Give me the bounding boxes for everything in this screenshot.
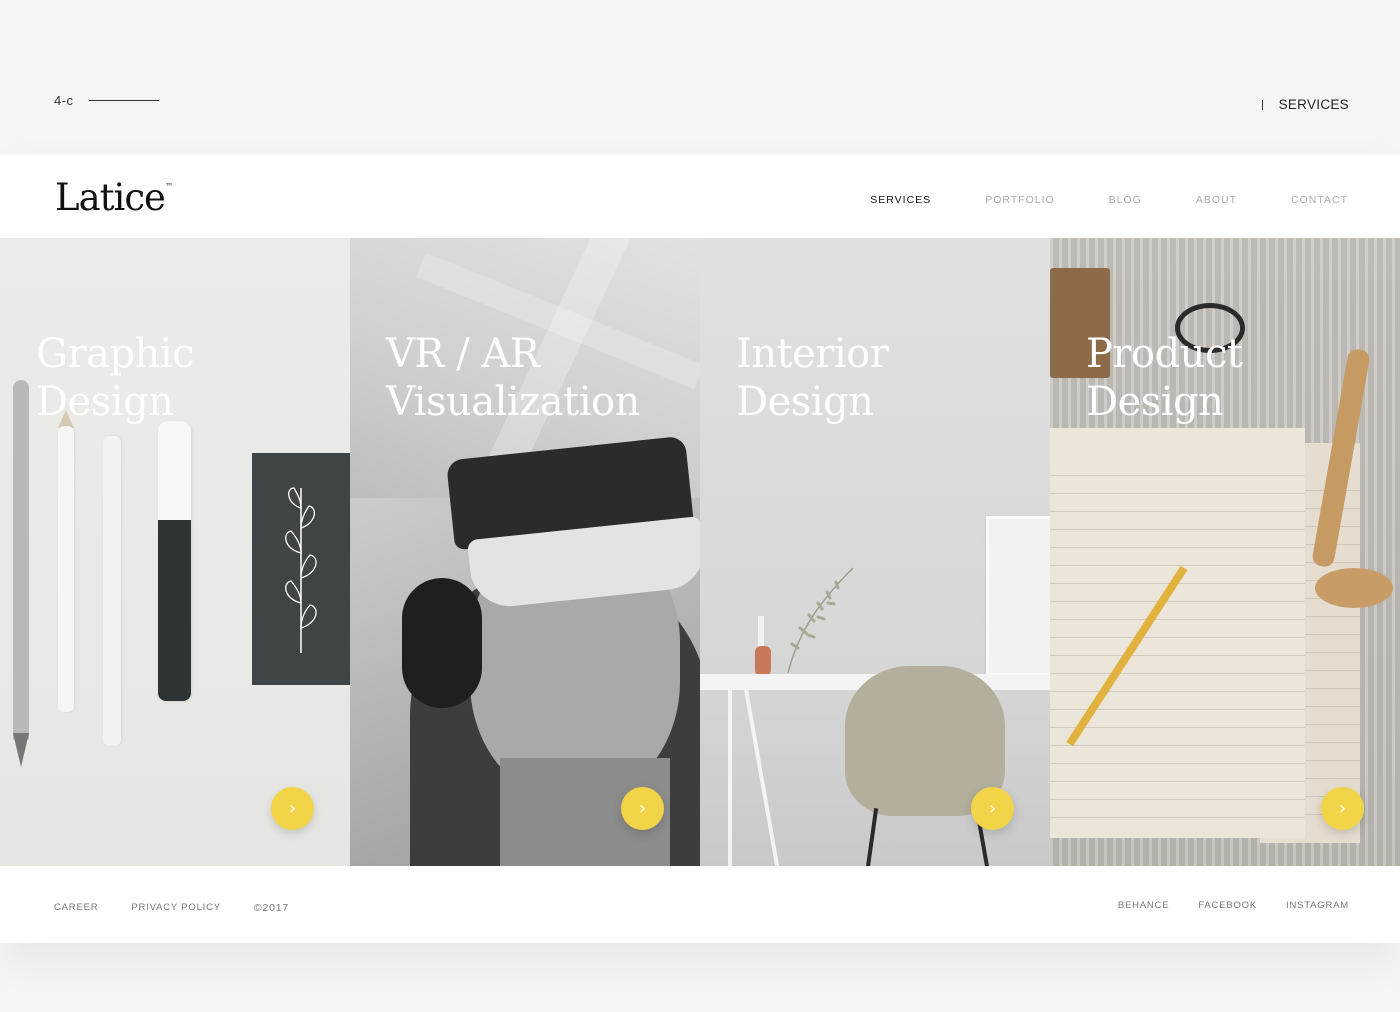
chevron-right-icon: › [638, 798, 647, 819]
pen-image [103, 436, 121, 746]
panel-arrow-button[interactable]: › [621, 787, 664, 830]
pencil-image [58, 426, 74, 712]
footer-link-privacy-policy[interactable]: PRIVACY POLICY [131, 902, 221, 914]
service-panel-graphic-design[interactable]: Graphic Design › [0, 238, 350, 866]
marker-body-image [158, 520, 191, 701]
social-link-behance[interactable]: BEHANCE [1118, 900, 1170, 911]
logo[interactable]: Latice™ [55, 176, 173, 219]
main-nav: SERVICES PORTFOLIO BLOG ABOUT CONTACT [816, 194, 1348, 206]
service-panel-interior-design[interactable]: Interior Design › [700, 238, 1050, 866]
chevron-right-icon: › [288, 798, 297, 819]
logo-text: Latice [55, 176, 166, 219]
nav-item-about[interactable]: ABOUT [1196, 194, 1237, 206]
headphone-image [402, 578, 482, 708]
panel-arrow-button[interactable]: › [971, 787, 1014, 830]
nav-item-blog[interactable]: BLOG [1109, 194, 1142, 206]
chevron-right-icon: › [988, 798, 997, 819]
social-links: BEHANCE FACEBOOK INSTAGRAM [1089, 900, 1349, 911]
slide-section-label: SERVICES [1261, 97, 1349, 112]
leaf-illustration-icon [285, 487, 317, 653]
header: Latice™ SERVICES PORTFOLIO BLOG ABOUT CO… [0, 154, 1400, 238]
slide-code: 4-c [54, 93, 74, 108]
copyright: ©2017 [253, 902, 290, 914]
chevron-right-icon: › [1338, 798, 1347, 819]
service-panel-product-design[interactable]: Product Design › [1050, 238, 1400, 866]
panel-title: VR / AR Visualization [386, 331, 640, 425]
picture-frame-image [986, 516, 1050, 676]
panel-title: Interior Design [736, 331, 889, 425]
pencil-image [13, 380, 29, 740]
chair-leg-image [865, 808, 879, 866]
pencil-tip-image [13, 733, 29, 767]
nav-item-services[interactable]: SERVICES [870, 194, 931, 206]
panel-title: Product Design [1086, 331, 1243, 425]
footer: CAREER PRIVACY POLICY ©2017 BEHANCE FACE… [0, 866, 1400, 943]
desk-leg-image [728, 690, 732, 866]
slide-section-text: SERVICES [1278, 97, 1349, 112]
nav-item-contact[interactable]: CONTACT [1291, 194, 1348, 206]
panel-arrow-button[interactable]: › [271, 787, 314, 830]
social-link-facebook[interactable]: FACEBOOK [1198, 900, 1257, 911]
vase-image [755, 646, 771, 676]
page-frame: Latice™ SERVICES PORTFOLIO BLOG ABOUT CO… [0, 154, 1400, 943]
section-divider-bar [1261, 99, 1263, 110]
panel-arrow-button[interactable]: › [1321, 787, 1364, 830]
plant-illustration-icon [787, 567, 854, 673]
candle-image [758, 616, 764, 646]
nav-item-portfolio[interactable]: PORTFOLIO [985, 194, 1054, 206]
social-link-instagram[interactable]: INSTAGRAM [1286, 900, 1349, 911]
paper-sheet-image [1050, 428, 1305, 838]
footer-links: CAREER PRIVACY POLICY ©2017 [54, 902, 322, 914]
panel-title: Graphic Design [36, 331, 194, 425]
desk-leg-image [744, 690, 780, 866]
logo-trademark: ™ [164, 182, 173, 191]
footer-link-career[interactable]: CAREER [54, 902, 98, 914]
paper-lines [1050, 458, 1305, 818]
service-panel-vr-ar[interactable]: VR / AR Visualization › [350, 238, 700, 866]
slide-divider-line [89, 100, 159, 101]
mannequin-base-image [1315, 568, 1393, 608]
service-panels: Graphic Design › VR / AR Visualization › [0, 238, 1400, 866]
leaf-card-image [252, 453, 350, 685]
